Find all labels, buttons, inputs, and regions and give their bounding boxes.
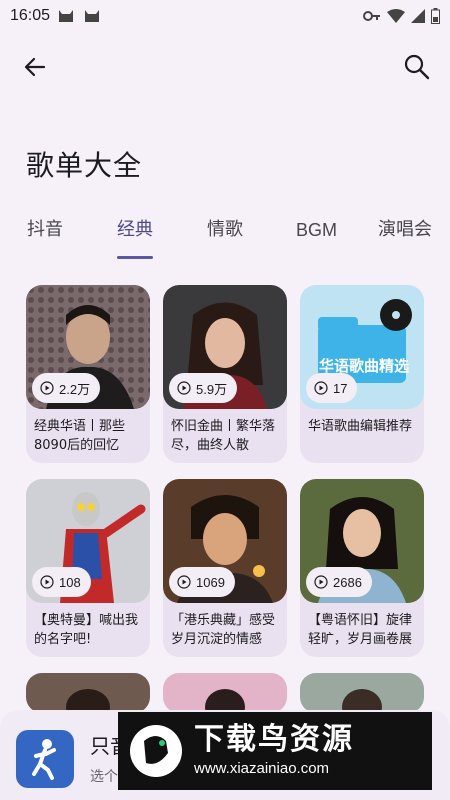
watermark-url: www.xiazainiao.com (194, 760, 330, 777)
bird-logo-icon (130, 725, 182, 777)
play-count-badge: 17 (306, 373, 358, 403)
play-icon (40, 381, 54, 395)
play-icon (314, 381, 328, 395)
tab-indicator (117, 256, 153, 259)
tab-concert[interactable]: 演唱会 (378, 212, 432, 252)
playlist-card[interactable]: 108 【奥特曼】喊出我的名字吧! (26, 479, 150, 657)
category-tabs: 抖音 经典 情歌 BGM 演唱会 (0, 212, 450, 264)
playlist-card[interactable]: 2.2万 经典华语丨那些8090后的回忆 (26, 285, 150, 463)
play-count: 1069 (196, 574, 225, 590)
watermark-banner: 下载鸟资源 www.xiazainiao.com (118, 712, 432, 790)
playlist-cover (163, 673, 287, 713)
play-count-badge: 5.9万 (169, 373, 238, 403)
play-count: 108 (59, 574, 81, 590)
player-artwork[interactable] (16, 730, 74, 788)
tab-love-songs[interactable]: 情歌 (207, 212, 243, 252)
play-count-badge: 2686 (306, 567, 372, 597)
playlist-card[interactable]: 5.9万 怀旧金曲丨繁华落尽，曲终人散 (163, 285, 287, 463)
playlist-title: 华语歌曲编辑推荐 (308, 419, 413, 434)
search-icon[interactable] (402, 52, 432, 82)
playlist-title: 【奥特曼】喊出我的名字吧! (34, 613, 139, 647)
watermark-title: 下载鸟资源 (194, 722, 354, 757)
play-icon (177, 575, 191, 589)
playlist-card[interactable] (26, 673, 150, 713)
dancer-icon (32, 739, 56, 780)
app-bar (0, 42, 450, 90)
back-arrow-icon[interactable] (20, 52, 50, 82)
status-bar: 16:05 (0, 0, 450, 32)
signal-icon (411, 9, 425, 23)
play-count: 17 (333, 380, 348, 396)
play-count-badge: 2.2万 (32, 373, 101, 403)
wifi-icon (387, 9, 405, 23)
tab-douyin[interactable]: 抖音 (27, 212, 63, 252)
playlist-cover (26, 673, 150, 713)
play-icon (177, 381, 191, 395)
page-title: 歌单大全 (26, 149, 143, 182)
play-icon (40, 575, 54, 589)
play-count: 2686 (333, 574, 362, 590)
play-icon (314, 575, 328, 589)
player-subtitle: 选个 (90, 769, 118, 785)
playlist-card[interactable]: 2686 【粤语怀旧】旋律轻旷，岁月画卷展 (300, 479, 424, 657)
playlist-card[interactable] (300, 673, 424, 713)
playlist-title: 怀旧金曲丨繁华落尽，曲终人散 (171, 419, 276, 453)
play-count-badge: 108 (32, 567, 91, 597)
play-count-badge: 1069 (169, 567, 235, 597)
cat-notification-icon (59, 10, 74, 22)
status-icons (363, 8, 440, 24)
cat-notification-icon (85, 10, 100, 22)
playlist-title: 【粤语怀旧】旋律轻旷，岁月画卷展 (308, 613, 413, 647)
key-icon (363, 11, 380, 21)
playlist-card[interactable]: 华语歌曲精选 17 华语歌曲编辑推荐 (300, 285, 424, 463)
battery-icon (431, 8, 440, 24)
status-time: 16:05 (10, 7, 51, 24)
playlist-title: 经典华语丨那些8090后的回忆 (34, 419, 126, 453)
playlist-card[interactable]: 1069 「港乐典藏」感受岁月沉淀的情感 (163, 479, 287, 657)
play-count: 2.2万 (59, 381, 91, 397)
tab-classic[interactable]: 经典 (117, 212, 153, 252)
tab-bgm[interactable]: BGM (296, 212, 337, 252)
playlist-title: 「港乐典藏」感受岁月沉淀的情感 (171, 613, 276, 647)
playlist-card[interactable] (163, 673, 287, 713)
playlist-cover (300, 673, 424, 713)
play-count: 5.9万 (196, 381, 228, 397)
